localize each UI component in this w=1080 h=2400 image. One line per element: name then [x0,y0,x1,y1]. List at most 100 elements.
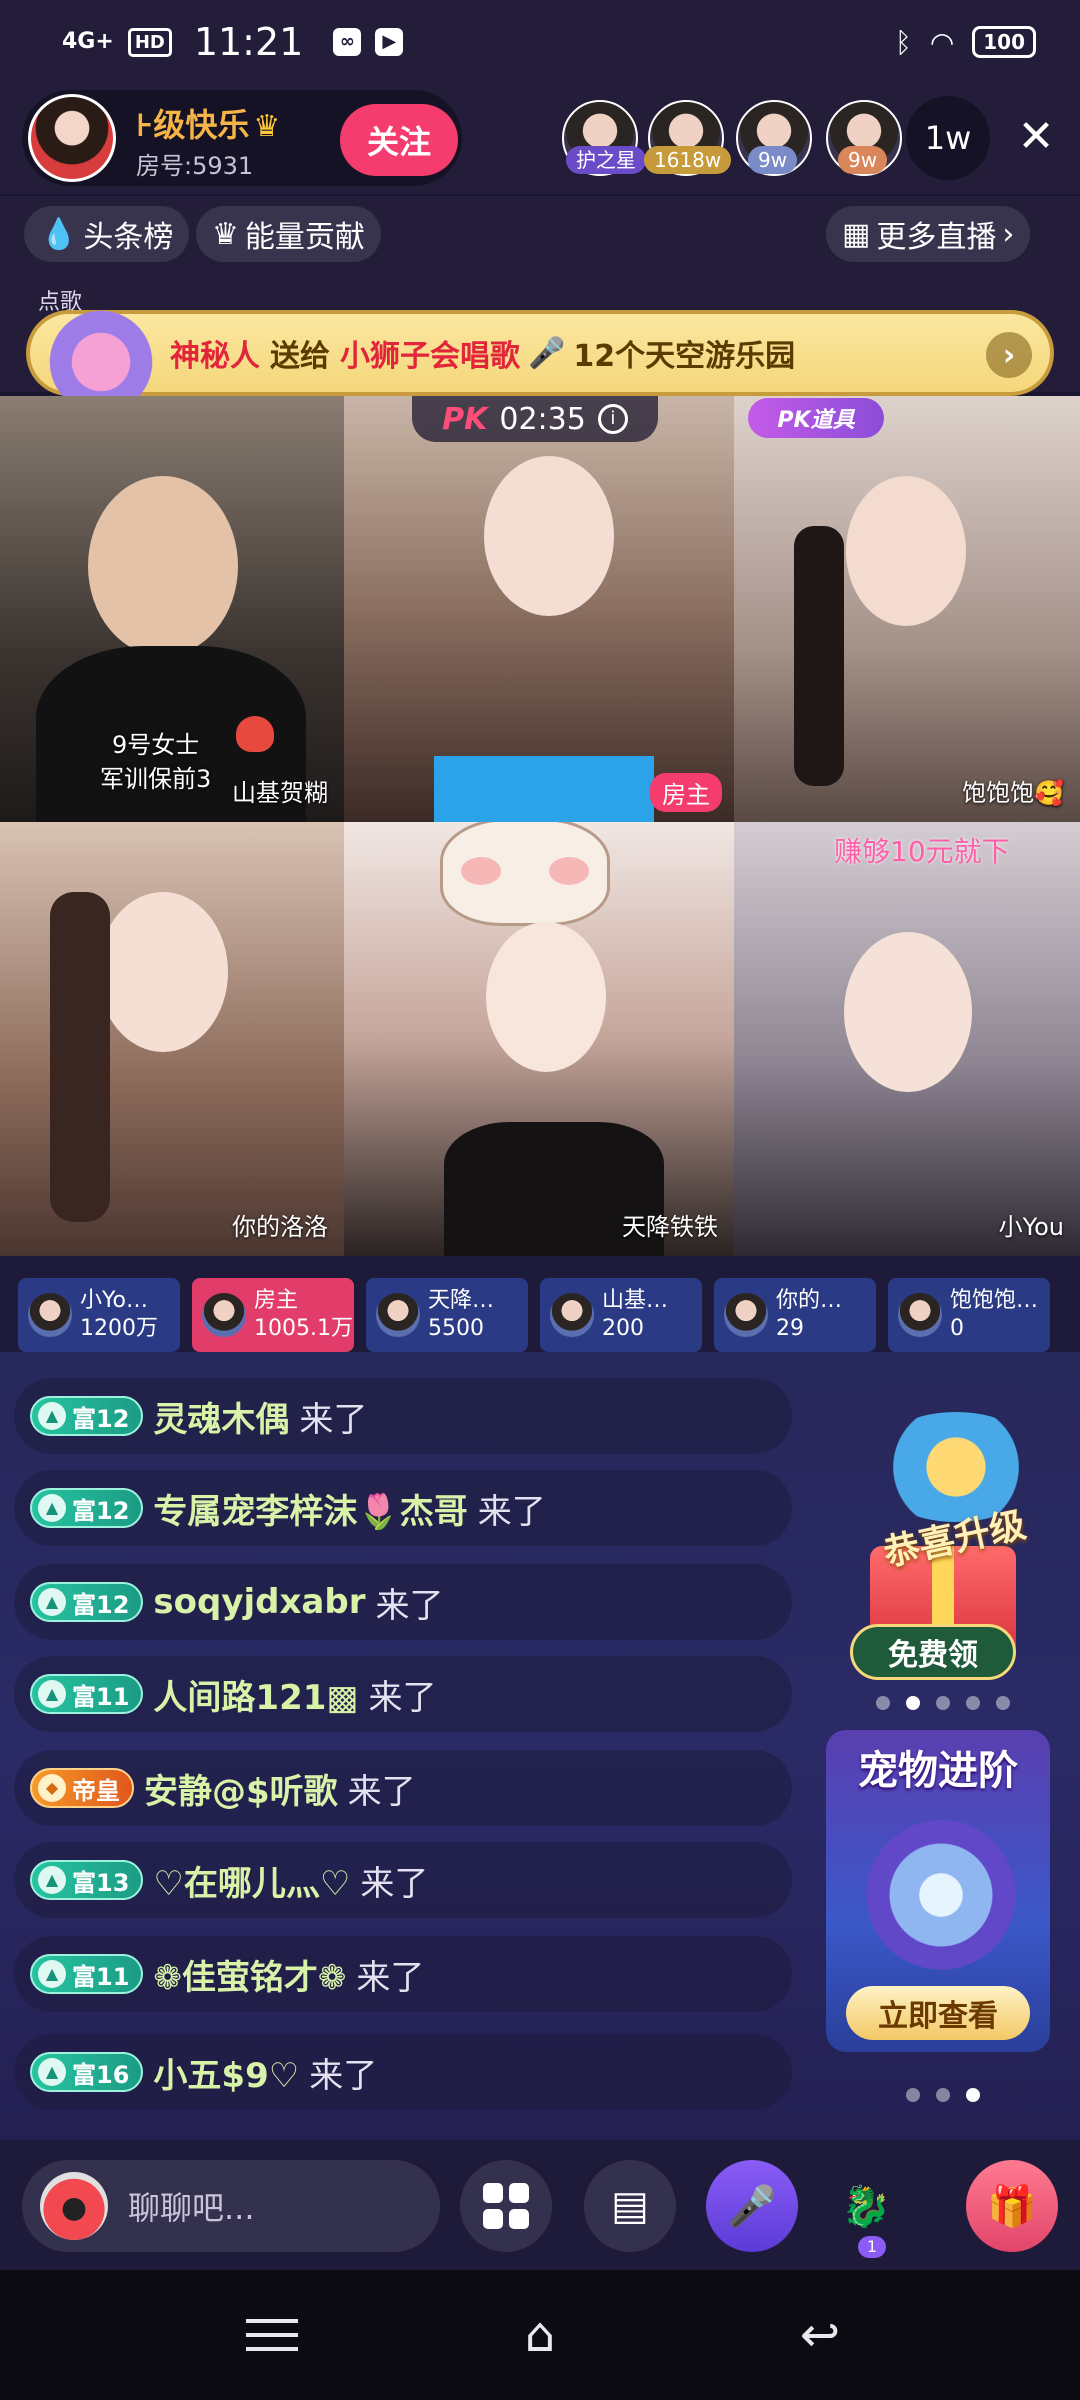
video-tile[interactable]: 房主 [344,396,734,822]
score-card[interactable]: 饱饱饱… 0 [888,1278,1050,1352]
avatar [202,1293,246,1337]
level-icon: ▲ [38,1680,66,1708]
bottom-toolbar: 聊聊吧... ▤ 🎤 🐉 1 🎁 [0,2140,1080,2270]
banner-gift: 12个天空游乐园 [573,339,796,374]
host-avatar[interactable] [28,94,116,182]
status-bar: 4G+ HD 11:21 ∞ ▶ ᛒ ◠ 100 [0,0,1080,84]
chat-username[interactable]: 小五$9♡ [153,2048,299,2097]
emperor-badge: ◆ 帝皇 [30,1768,134,1808]
viewer-tag: 9w [838,146,888,174]
streamer-hair [50,892,110,1222]
chevron-right-icon[interactable]: › [986,332,1032,378]
wifi-icon: ◠ [929,25,955,59]
chat-username[interactable]: 安静@$听歌 [144,1764,338,1813]
host-info[interactable]: ⊦级快乐 ♛ 房号:5931 关注 [22,90,462,186]
chat-message[interactable]: ▲ 富12 灵魂木偶 来了 [14,1378,792,1454]
chat-username[interactable]: 灵魂木偶 [153,1392,289,1441]
info-icon[interactable]: i [597,404,628,434]
headline-label: 头条榜 [83,220,174,255]
chat-message[interactable]: ▲ 富12 专属宠李梓沫🌷杰哥 来了 [14,1470,792,1546]
robot-avatar-icon[interactable] [40,2172,108,2240]
chat-text: 来了 [477,1491,546,1532]
pk-timer-bar[interactable]: PK 02:35 i [412,396,658,442]
chat-username[interactable]: 人间路121▩ [153,1670,358,1719]
streamer-face [846,476,966,626]
more-live-button[interactable]: ▦ 更多直播 › [826,206,1031,262]
tile-sign: 9号女士 军训保前3 [100,731,212,793]
chat-username[interactable]: 专属宠李梓沫🌷杰哥 [153,1484,467,1533]
microphone-icon: 🎤 [727,2183,777,2230]
score-card[interactable]: 小Yo… 1200万 [18,1278,180,1352]
grid-icon: ▦ [842,216,871,252]
video-tile[interactable]: 天降铁铁 [344,822,734,1256]
level-icon: ▲ [38,2058,66,2086]
view-now-button[interactable]: 立即查看 [846,1986,1030,2040]
gift-banner[interactable]: 神秘人 送给 小狮子会唱歌 🎤 12个天空游乐园 › [26,296,1054,406]
video-tile[interactable]: 9号女士 军训保前3 山基贺糊 [0,396,344,822]
tile-name: 你的洛洛 [232,1213,328,1241]
score-card[interactable]: 房主 1005.1万 [192,1278,354,1352]
pk-tool-button[interactable]: PK道具 [748,398,884,438]
follow-button[interactable]: 关注 [340,104,458,176]
song-request-button[interactable]: 🎤 [706,2160,798,2252]
crown-icon: ♛ [212,216,239,252]
home-button[interactable]: ⌂ [500,2300,580,2370]
chat-message[interactable]: ▲ 富12 soqyjdxabr 来了 [14,1564,792,1640]
chat-username[interactable]: soqyjdxabr [153,1582,365,1622]
tile-caption: 赚够10元就下 [834,835,1010,868]
carousel-dot [936,2088,950,2102]
avatar [898,1293,942,1337]
avatar [376,1293,420,1337]
chat-message[interactable]: ▲ 富11 人间路121▩ 来了 [14,1656,792,1732]
menu-button[interactable] [232,2300,312,2370]
chat-input[interactable]: 聊聊吧... [22,2160,440,2252]
carousel-dot [996,1696,1010,1710]
video-tile[interactable]: 饱饱饱🥰 [734,396,1080,822]
chat-message[interactable]: ◆ 帝皇 安静@$听歌 来了 [14,1750,792,1826]
banner-sender: 神秘人 [170,339,260,374]
chat-text: 来了 [368,1677,437,1718]
chat-message[interactable]: ▲ 富11 ❁佳萤铭才❁ 来了 [14,1936,792,2012]
energy-contribution-button[interactable]: ♛ 能量贡献 [196,206,381,262]
chat-message[interactable]: ▲ 富13 ♡在哪儿灬♡ 来了 [14,1842,792,1918]
avatar [724,1293,768,1337]
pet-upgrade-card[interactable]: 宠物进阶 立即查看 [826,1730,1050,2052]
energy-label: 能量贡献 [244,220,365,255]
back-button[interactable]: ↩ [780,2300,860,2370]
video-tile[interactable]: 赚够10元就下 小You [734,822,1080,1256]
chat-message[interactable]: ▲ 富16 小五$9♡ 来了 [14,2034,792,2110]
score-card[interactable]: 天降… 5500 [366,1278,528,1352]
pet-icon: 🐉 [841,2183,891,2230]
video-grid: 9号女士 军训保前3 山基贺糊 房主 饱饱饱🥰 你的洛洛 天降铁铁 赚够10元就下… [0,396,1080,1256]
carousel-dot [876,1696,890,1710]
level-badge: ▲ 富11 [30,1954,144,1994]
carousel-dots [876,1696,1010,1710]
streamer-face [98,892,228,1052]
level-icon: ▲ [38,1494,66,1522]
headline-rank-button[interactable]: 💧 头条榜 [24,206,190,262]
microphone-icon: 🎤 [528,335,566,371]
chat-username[interactable]: ♡在哪儿灬♡ [153,1856,350,1905]
score-card[interactable]: 山基… 200 [540,1278,702,1352]
viewer-tag: 护之星 [566,146,646,174]
level-badge: ▲ 富12 [30,1582,144,1622]
message-button[interactable]: ▤ [584,2160,676,2252]
gift-button[interactable]: 🎁 [966,2160,1058,2252]
more-apps-button[interactable] [460,2160,552,2252]
viewer-tag: 1618w [644,146,732,174]
level-badge: ▲ 富12 [30,1488,144,1528]
carousel-dot [906,1696,920,1710]
free-claim-button[interactable]: 免费领 [850,1624,1016,1680]
chat-username[interactable]: ❁佳萤铭才❁ [153,1950,346,1999]
carousel-dots [906,2088,980,2102]
viewer-count-button[interactable]: 1w [906,96,990,180]
play-icon: ▶ [375,28,404,56]
video-tile[interactable]: 你的洛洛 [0,822,344,1256]
streamer-top [434,756,654,822]
carousel-dot [966,2088,980,2102]
close-icon[interactable]: ✕ [1008,108,1064,164]
banner-receiver: 小狮子会唱歌 [340,339,520,374]
castle-icon [48,296,154,406]
pet-title: 宠物进阶 [858,1748,1018,1794]
score-card[interactable]: 你的… 29 [714,1278,876,1352]
